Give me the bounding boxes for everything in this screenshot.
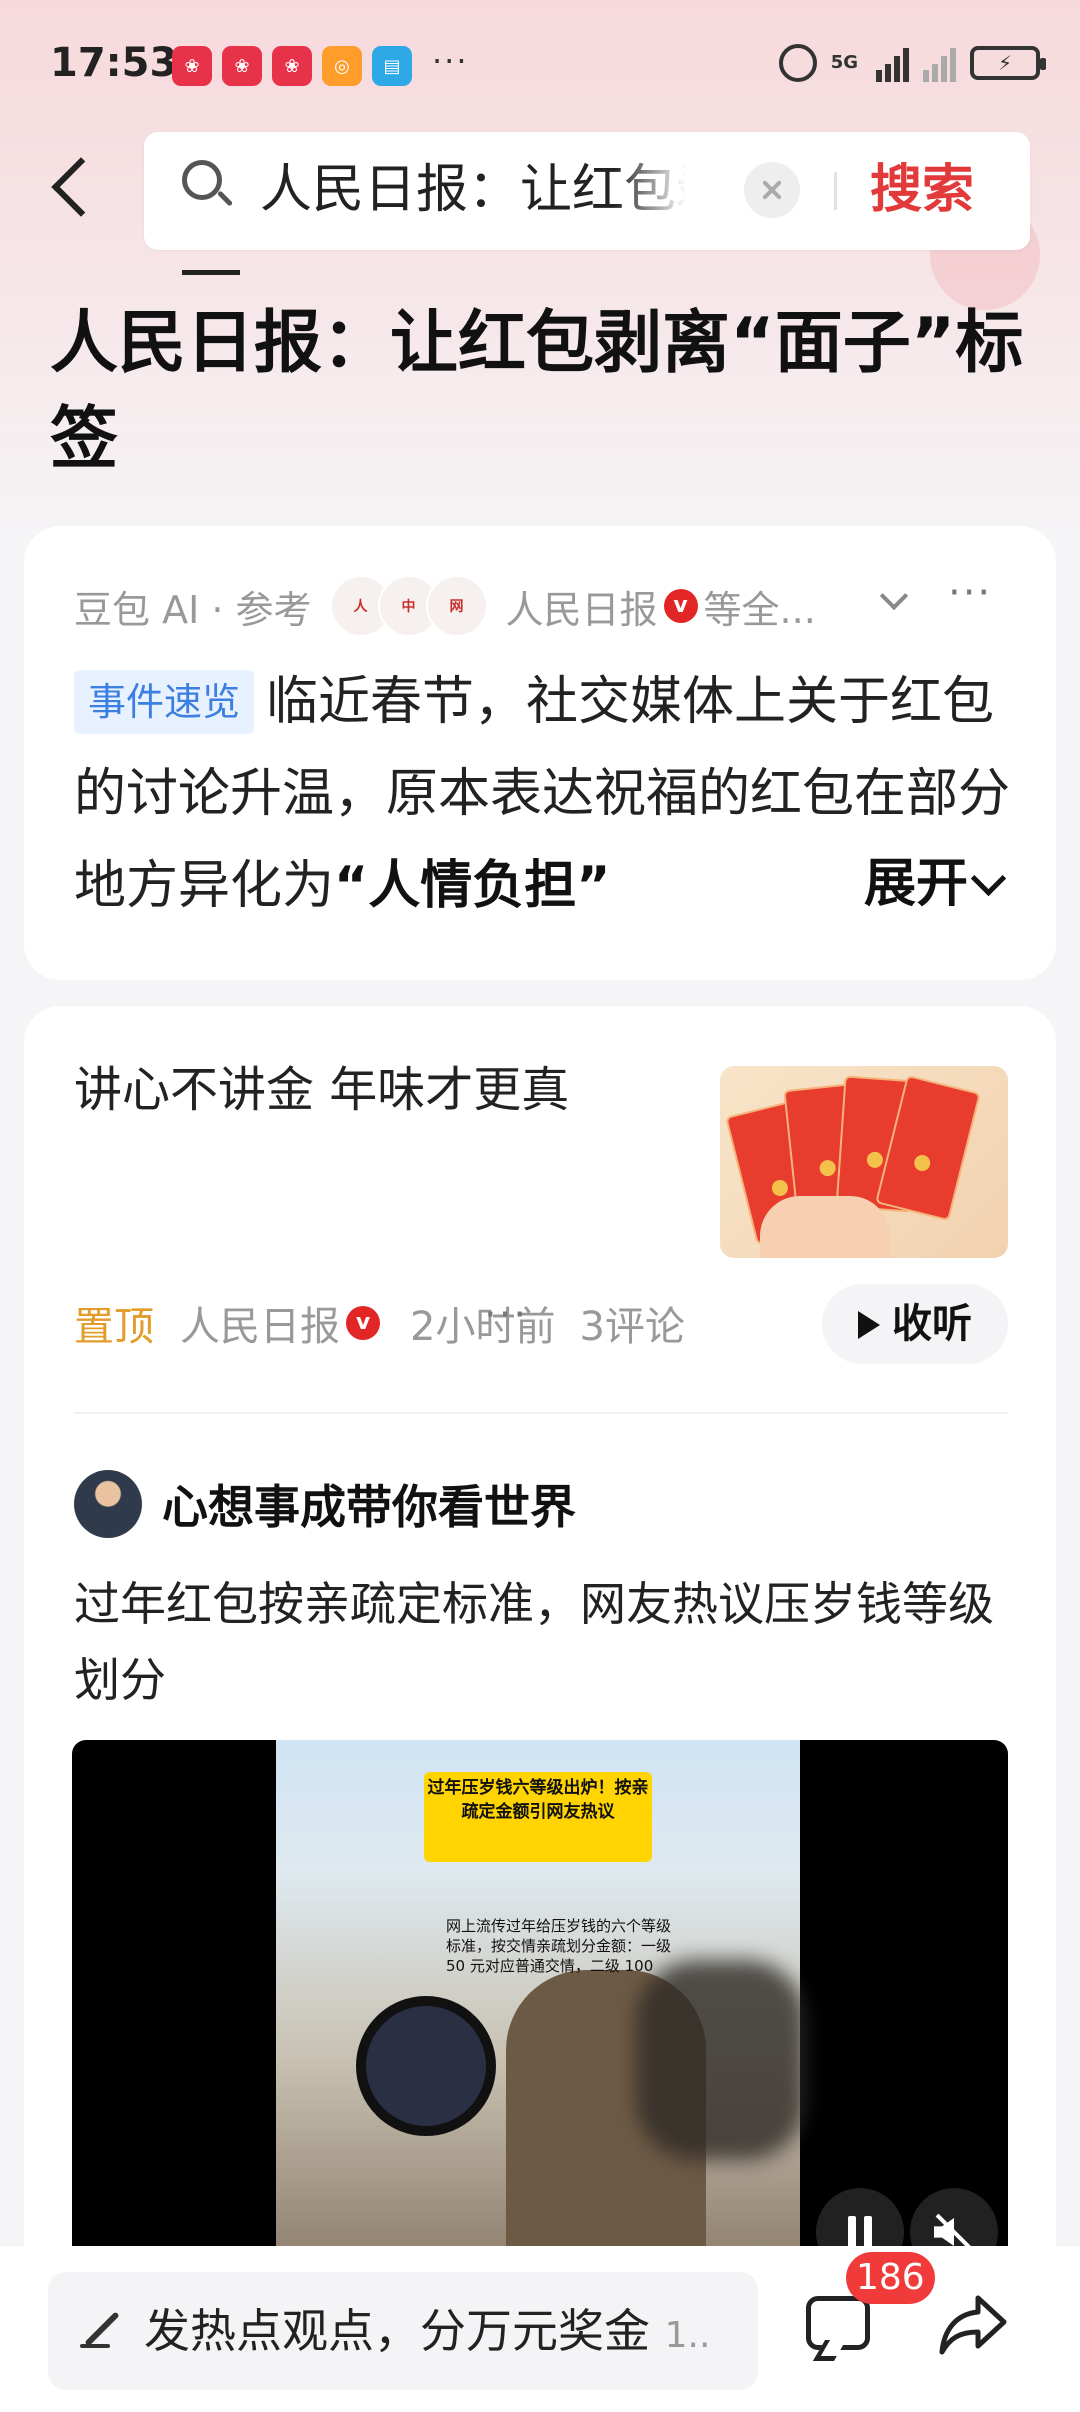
listen-label: 收听 — [892, 1301, 972, 1347]
comment-placeholder-text: 发热点观点，分万元奖金 — [144, 2304, 650, 2358]
bottom-bar: 发热点观点，分万元奖金 1.. 186 — [0, 2246, 1080, 2412]
post-author[interactable]: 心想事成带你看世界 — [74, 1466, 576, 1542]
search-divider — [834, 172, 837, 210]
more-options-icon[interactable]: ··· — [484, 1292, 528, 1338]
alarm-icon — [778, 44, 817, 82]
search-text-fade — [614, 152, 704, 232]
system-status: 5G ⚡ — [778, 44, 1046, 82]
feed-card: 讲心不讲金 年味才更真 置顶 人民日报 v 2小时前 3评论 ··· 收听 心想… — [24, 1006, 1056, 2406]
status-time: 17:53 — [50, 40, 178, 86]
expand-button[interactable]: 展开 — [844, 838, 1007, 930]
source-logo-icon: 网 — [425, 575, 488, 637]
verified-badge-icon: v — [663, 589, 698, 623]
video-caption-text: 网上流传过年给压岁钱的六个等级标准，按交情亲疏划分金额：一级 50 元对应普通交… — [446, 1917, 672, 1975]
event-tag: 事件速览 — [74, 670, 255, 734]
comment-placeholder-suffix: 1.. — [664, 2315, 711, 2356]
article-time: 2小时前 — [410, 1304, 556, 1350]
share-arrow-icon — [939, 2295, 1007, 2355]
app-notification-icon: ❀ — [272, 46, 312, 86]
comment-count-badge: 186 — [846, 2252, 935, 2304]
video-scope-shape — [356, 1996, 496, 2136]
notification-icons: ❀ ❀ ❀ ◎ ▤ — [172, 46, 412, 86]
app-notification-icon: ❀ — [222, 46, 262, 86]
title-dash — [182, 270, 240, 275]
article-meta: 置顶 人民日报 v 2小时前 3评论 — [74, 1288, 685, 1358]
ai-source-row[interactable]: 豆包 AI · 参考 人 中 网 人民日报 v 等全... — [74, 575, 816, 637]
chevron-down-icon[interactable] — [880, 586, 906, 612]
article-title[interactable]: 讲心不讲金 年味才更真 — [74, 1058, 569, 1122]
clear-icon[interactable] — [744, 162, 800, 218]
search-box[interactable]: 人民日报：让红包剥 搜索 — [144, 132, 1030, 250]
status-bar: 17:53 ❀ ❀ ❀ ◎ ▤ ··· 5G ⚡ — [0, 0, 1080, 130]
signal-secondary-icon — [923, 44, 956, 82]
verified-badge-icon: v — [346, 1306, 380, 1340]
divider — [74, 1412, 1008, 1414]
comment-placeholder: 发热点观点，分万元奖金 1.. — [144, 2298, 734, 2369]
back-button[interactable] — [46, 150, 106, 230]
chevron-down-icon — [970, 860, 1007, 897]
author-name[interactable]: 心想事成带你看世界 — [162, 1471, 576, 1537]
network-type: 5G — [830, 52, 858, 73]
video-blurred-shape — [636, 1960, 806, 2160]
comment-icon[interactable] — [806, 2296, 870, 2350]
share-icon[interactable] — [938, 2292, 1008, 2356]
article-comments: 3评论 — [579, 1304, 685, 1350]
video-frame: 过年压岁钱六等级出炉！按亲疏定金额引网友热议 网上流传过年给压岁钱的六个等级标准… — [276, 1740, 806, 2270]
more-notifications-icon: ··· — [432, 42, 469, 80]
article-source[interactable]: 人民日报 — [180, 1294, 340, 1352]
video-player[interactable]: 过年压岁钱六等级出炉！按亲疏定金额引网友热议 网上流传过年给压岁钱的六个等级标准… — [72, 1740, 1008, 2270]
expand-label: 展开 — [864, 854, 969, 914]
listen-button[interactable]: 收听 — [822, 1284, 1008, 1364]
reader-app-icon: ▤ — [372, 46, 412, 86]
page-title: 人民日报：让红包剥离“面子”标签 — [50, 304, 1024, 479]
battery-icon: ⚡ — [970, 46, 1046, 80]
ai-summary-card: 豆包 AI · 参考 人 中 网 人民日报 v 等全... ··· 事件速览 临近… — [24, 526, 1056, 980]
post-text[interactable]: 过年红包按亲疏定标准，网友热议压岁钱等级划分 — [74, 1566, 1034, 1718]
pen-icon — [80, 2310, 120, 2350]
play-icon — [858, 1311, 880, 1339]
hand-icon — [760, 1196, 890, 1258]
search-icon — [182, 160, 234, 212]
comment-input[interactable]: 发热点观点，分万元奖金 1.. — [48, 2272, 758, 2390]
signal-icon — [876, 44, 909, 82]
app-notification-icon: ❀ — [172, 46, 212, 86]
source-logos: 人 中 网 — [329, 575, 488, 637]
video-banner-text: 过年压岁钱六等级出炉！按亲疏定金额引网友热议 — [424, 1772, 652, 1862]
more-options-icon[interactable]: ··· — [948, 570, 992, 616]
avatar[interactable] — [74, 1470, 142, 1538]
ai-source-name: 人民日报 — [505, 587, 658, 632]
pinned-label: 置顶 — [74, 1304, 154, 1350]
ai-summary-highlight: “人情负担” — [334, 856, 611, 916]
search-app-icon: ◎ — [322, 46, 362, 86]
article-thumbnail[interactable] — [720, 1066, 1008, 1258]
search-button[interactable]: 搜索 — [870, 160, 974, 220]
ai-source-more: 等全... — [703, 587, 816, 632]
ai-source-label: 豆包 AI · 参考 — [74, 587, 312, 632]
